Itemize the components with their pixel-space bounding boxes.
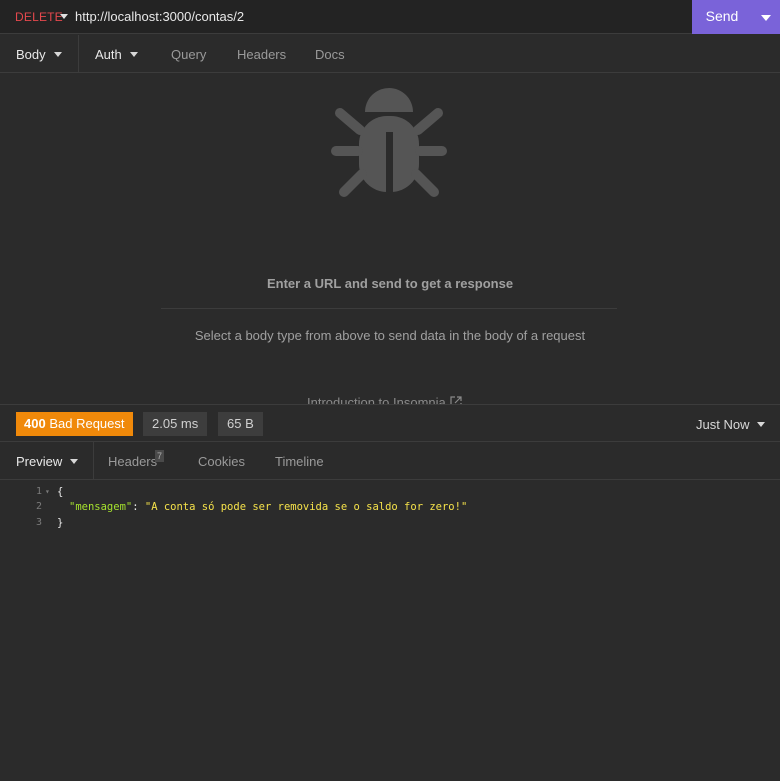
json-value: "A conta só pode ser removida se o saldo… <box>144 501 468 513</box>
code-line: 2 "mensagem": "A conta só pode ser remov… <box>0 499 780 515</box>
status-badge: 400 Bad Request <box>16 412 133 436</box>
code-text: "mensagem": "A conta só pode ser removid… <box>69 499 467 515</box>
json-separator: : <box>132 501 145 513</box>
chevron-down-icon <box>70 459 79 464</box>
tab-headers[interactable]: Headers <box>237 47 286 62</box>
chevron-down-icon <box>129 52 138 57</box>
code-text: { <box>57 486 64 498</box>
chevron-down-icon <box>53 52 62 57</box>
send-dropdown-button[interactable] <box>752 0 780 34</box>
empty-state-divider <box>161 308 617 309</box>
line-number: 2 <box>35 501 42 512</box>
response-status-bar: 400 Bad Request 2.05 ms 65 B Just Now <box>0 404 780 442</box>
tab-timeline[interactable]: Timeline <box>275 454 324 469</box>
code-line: 3 } <box>0 515 780 531</box>
method-select[interactable]: DELETE <box>15 10 63 24</box>
tab-preview[interactable]: Preview <box>16 454 79 469</box>
intro-link[interactable]: Introduction to Insomnia <box>307 395 462 404</box>
bug-icon <box>331 88 447 197</box>
request-tabs: Body Auth Query Headers Docs <box>0 35 780 73</box>
tab-preview-label: Preview <box>16 454 63 469</box>
intro-link-container: Introduction to Insomnia <box>0 390 780 404</box>
tab-auth-label: Auth <box>95 47 122 62</box>
tab-cookies[interactable]: Cookies <box>198 454 245 469</box>
response-tabs: Preview Headers 7 Cookies Timeline <box>0 442 780 480</box>
empty-state-subtitle: Select a body type from above to send da… <box>194 328 586 343</box>
response-time-badge: 2.05 ms <box>143 412 208 436</box>
code-text: } <box>57 517 64 529</box>
external-link-icon <box>450 396 462 404</box>
line-number: 1 <box>35 486 42 497</box>
response-timestamp: Just Now <box>696 417 750 432</box>
intro-link-label: Introduction to Insomnia <box>307 395 446 404</box>
status-text: Bad Request <box>49 416 125 431</box>
tab-auth[interactable]: Auth <box>95 47 138 62</box>
url-input[interactable]: http://localhost:3000/contas/2 <box>75 9 244 24</box>
url-bar: DELETE http://localhost:3000/contas/2 Se… <box>0 0 780 34</box>
chevron-down-icon <box>757 422 766 427</box>
headers-count-badge: 7 <box>155 450 165 462</box>
tab-divider <box>93 442 94 480</box>
code-line: 1 ▾ { <box>0 484 780 500</box>
send-dropdown-icon <box>761 15 771 21</box>
response-history-dropdown[interactable]: Just Now <box>696 417 766 432</box>
send-button[interactable]: Send <box>692 0 752 34</box>
line-number: 3 <box>35 517 42 528</box>
tab-body-label: Body <box>16 47 46 62</box>
status-code: 400 <box>24 416 46 431</box>
method-caret-icon[interactable] <box>60 14 68 19</box>
tab-body[interactable]: Body <box>16 47 62 62</box>
tab-response-headers[interactable]: Headers <box>108 454 157 469</box>
response-size-badge: 65 B <box>218 412 263 436</box>
empty-state-title: Enter a URL and send to get a response <box>266 276 514 291</box>
json-key: "mensagem" <box>69 501 133 513</box>
tab-divider <box>78 35 79 73</box>
tab-docs[interactable]: Docs <box>315 47 345 62</box>
tab-query[interactable]: Query <box>171 47 206 62</box>
fold-icon[interactable]: ▾ <box>45 484 50 500</box>
